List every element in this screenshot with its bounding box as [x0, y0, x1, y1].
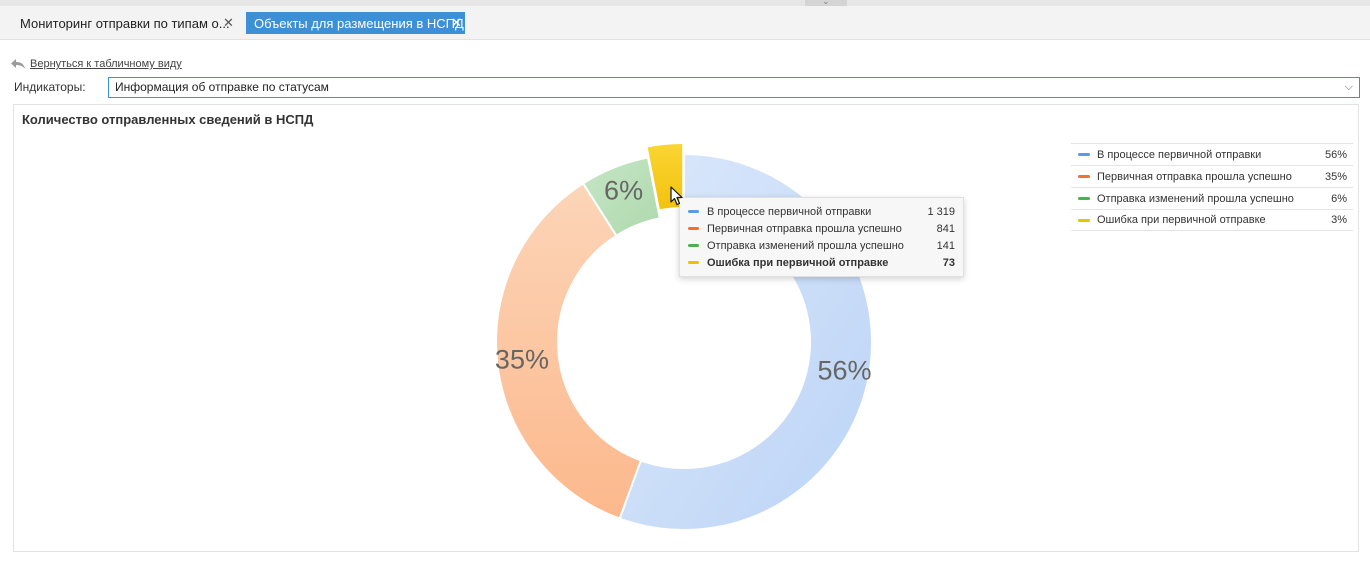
tooltip-value: 73: [942, 256, 955, 269]
tab-label: Объекты для размещения в НСПД: [254, 15, 464, 31]
close-icon[interactable]: ✕: [223, 15, 234, 31]
legend-label: Первичная отправка прошла успешно: [1097, 170, 1292, 183]
tooltip-value: 841: [936, 222, 955, 235]
legend-swatch: [1078, 175, 1090, 178]
back-link-label: Вернуться к табличному виду: [30, 58, 182, 70]
tooltip-row: Ошибка при первичной отправке 73: [688, 254, 955, 271]
tooltip-label: Ошибка при первичной отправке: [707, 256, 889, 269]
slice-percent-label: 35%: [495, 345, 549, 375]
tooltip-row: Первичная отправка прошла успешно 841: [688, 220, 955, 237]
tooltip-swatch: [688, 244, 699, 247]
legend-item[interactable]: Первичная отправка прошла успешно 35%: [1071, 165, 1353, 187]
legend-percent: 3%: [1331, 214, 1347, 226]
tooltip-row: В процессе первичной отправки 1 319: [688, 203, 955, 220]
tooltip-value: 141: [936, 239, 955, 252]
chart-panel: Количество отправленных сведений в НСПД …: [13, 104, 1359, 552]
tooltip-value: 1 319: [927, 205, 955, 218]
legend-swatch: [1078, 197, 1090, 200]
back-arrow-icon: [11, 59, 25, 69]
tooltip-swatch: [688, 261, 699, 264]
indicators-label: Индикаторы:: [14, 80, 86, 94]
chart-tooltip: В процессе первичной отправки 1 319 Перв…: [679, 197, 964, 277]
tab-objects-nspd[interactable]: Объекты для размещения в НСПД ✕: [246, 12, 465, 34]
close-icon[interactable]: ✕: [451, 15, 462, 31]
tooltip-label: В процессе первичной отправки: [707, 205, 872, 218]
tooltip-swatch: [688, 210, 699, 213]
legend-label: Ошибка при первичной отправке: [1097, 214, 1266, 226]
mouse-cursor-icon: [670, 186, 683, 206]
tab-bar: Мониторинг отправки по типам о... ✕ Объе…: [0, 6, 1370, 40]
legend-percent: 6%: [1331, 192, 1347, 205]
legend-label: В процессе первичной отправки: [1097, 148, 1262, 161]
legend-item[interactable]: Ошибка при первичной отправке 3%: [1071, 209, 1353, 231]
indicators-select[interactable]: Информация об отправке по статусам ⌵: [108, 77, 1360, 98]
legend-swatch: [1078, 153, 1090, 156]
slice-percent-label: 56%: [817, 355, 871, 385]
slice-percent-label: 6%: [604, 176, 643, 206]
legend-swatch: [1078, 218, 1090, 222]
indicators-selected-value: Информация об отправке по статусам: [115, 80, 329, 94]
legend-item[interactable]: Отправка изменений прошла успешно 6%: [1071, 187, 1353, 209]
legend-percent: 35%: [1324, 170, 1347, 183]
tooltip-label: Отправка изменений прошла успешно: [707, 239, 904, 252]
back-to-table-link[interactable]: Вернуться к табличному виду: [10, 58, 182, 70]
chart-legend: В процессе первичной отправки 56% Первич…: [1071, 143, 1353, 231]
chevron-down-icon: ⌵: [1344, 81, 1353, 93]
legend-item[interactable]: В процессе первичной отправки 56%: [1071, 143, 1353, 165]
tooltip-label: Первичная отправка прошла успешно: [707, 222, 902, 235]
legend-label: Отправка изменений прошла успешно: [1097, 192, 1294, 205]
tab-label: Мониторинг отправки по типам о...: [20, 15, 230, 31]
tooltip-swatch: [688, 227, 699, 230]
tooltip-row: Отправка изменений прошла успешно 141: [688, 237, 955, 254]
tab-monitoring[interactable]: Мониторинг отправки по типам о... ✕: [10, 12, 240, 34]
legend-percent: 56%: [1324, 148, 1347, 161]
